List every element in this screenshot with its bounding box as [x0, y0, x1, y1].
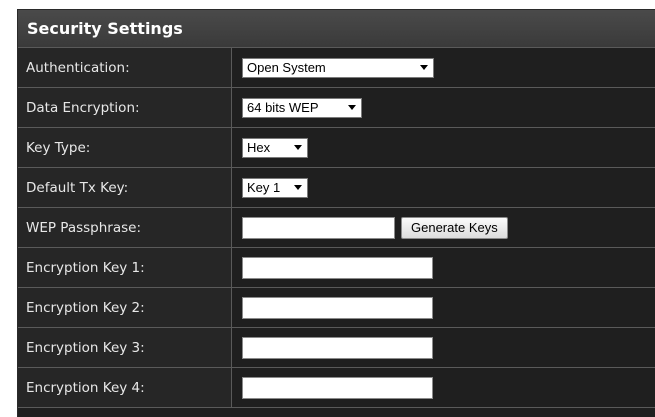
settings-table: Authentication: Open System Data Encrypt…: [18, 48, 655, 408]
generate-keys-button[interactable]: Generate Keys: [401, 216, 508, 239]
data-encryption-label: Data Encryption:: [18, 87, 232, 128]
data-encryption-select[interactable]: 64 bits WEP: [242, 97, 362, 118]
chevron-down-icon: [420, 65, 428, 70]
authentication-row: Authentication: Open System: [18, 48, 655, 88]
wep-passphrase-label: WEP Passphrase:: [18, 207, 232, 248]
chevron-down-icon: [348, 105, 356, 110]
encryption-key-2-row: Encryption Key 2:: [18, 287, 655, 328]
encryption-key-1-label: Encryption Key 1:: [18, 247, 232, 288]
encryption-key-4-input[interactable]: [242, 376, 433, 399]
authentication-select[interactable]: Open System: [242, 57, 434, 78]
encryption-key-2-input[interactable]: [242, 296, 433, 319]
default-tx-key-label: Default Tx Key:: [18, 167, 232, 208]
key-type-select[interactable]: Hex: [242, 137, 308, 158]
security-settings-panel: Security Settings Authentication: Open S…: [17, 9, 655, 417]
default-tx-key-select[interactable]: Key 1: [242, 177, 308, 198]
default-tx-key-row: Default Tx Key: Key 1: [18, 167, 655, 208]
encryption-key-3-input[interactable]: [242, 336, 433, 359]
key-type-value: Hex: [247, 140, 271, 155]
key-type-row: Key Type: Hex: [18, 127, 655, 168]
data-encryption-value: 64 bits WEP: [247, 100, 319, 115]
wep-passphrase-input[interactable]: [242, 216, 395, 239]
encryption-key-4-row: Encryption Key 4:: [18, 367, 655, 408]
wep-passphrase-row: WEP Passphrase: Generate Keys: [18, 207, 655, 248]
section-title: Security Settings: [18, 10, 655, 48]
encryption-key-3-label: Encryption Key 3:: [18, 327, 232, 368]
encryption-key-4-label: Encryption Key 4:: [18, 367, 232, 408]
encryption-key-1-row: Encryption Key 1:: [18, 247, 655, 288]
authentication-value: Open System: [247, 60, 326, 75]
encryption-key-2-label: Encryption Key 2:: [18, 287, 232, 328]
default-tx-key-value: Key 1: [247, 180, 281, 195]
encryption-key-1-input[interactable]: [242, 256, 433, 279]
encryption-key-3-row: Encryption Key 3:: [18, 327, 655, 368]
chevron-down-icon: [294, 145, 302, 150]
chevron-down-icon: [294, 185, 302, 190]
authentication-label: Authentication:: [18, 48, 232, 88]
key-type-label: Key Type:: [18, 127, 232, 168]
data-encryption-row: Data Encryption: 64 bits WEP: [18, 87, 655, 128]
